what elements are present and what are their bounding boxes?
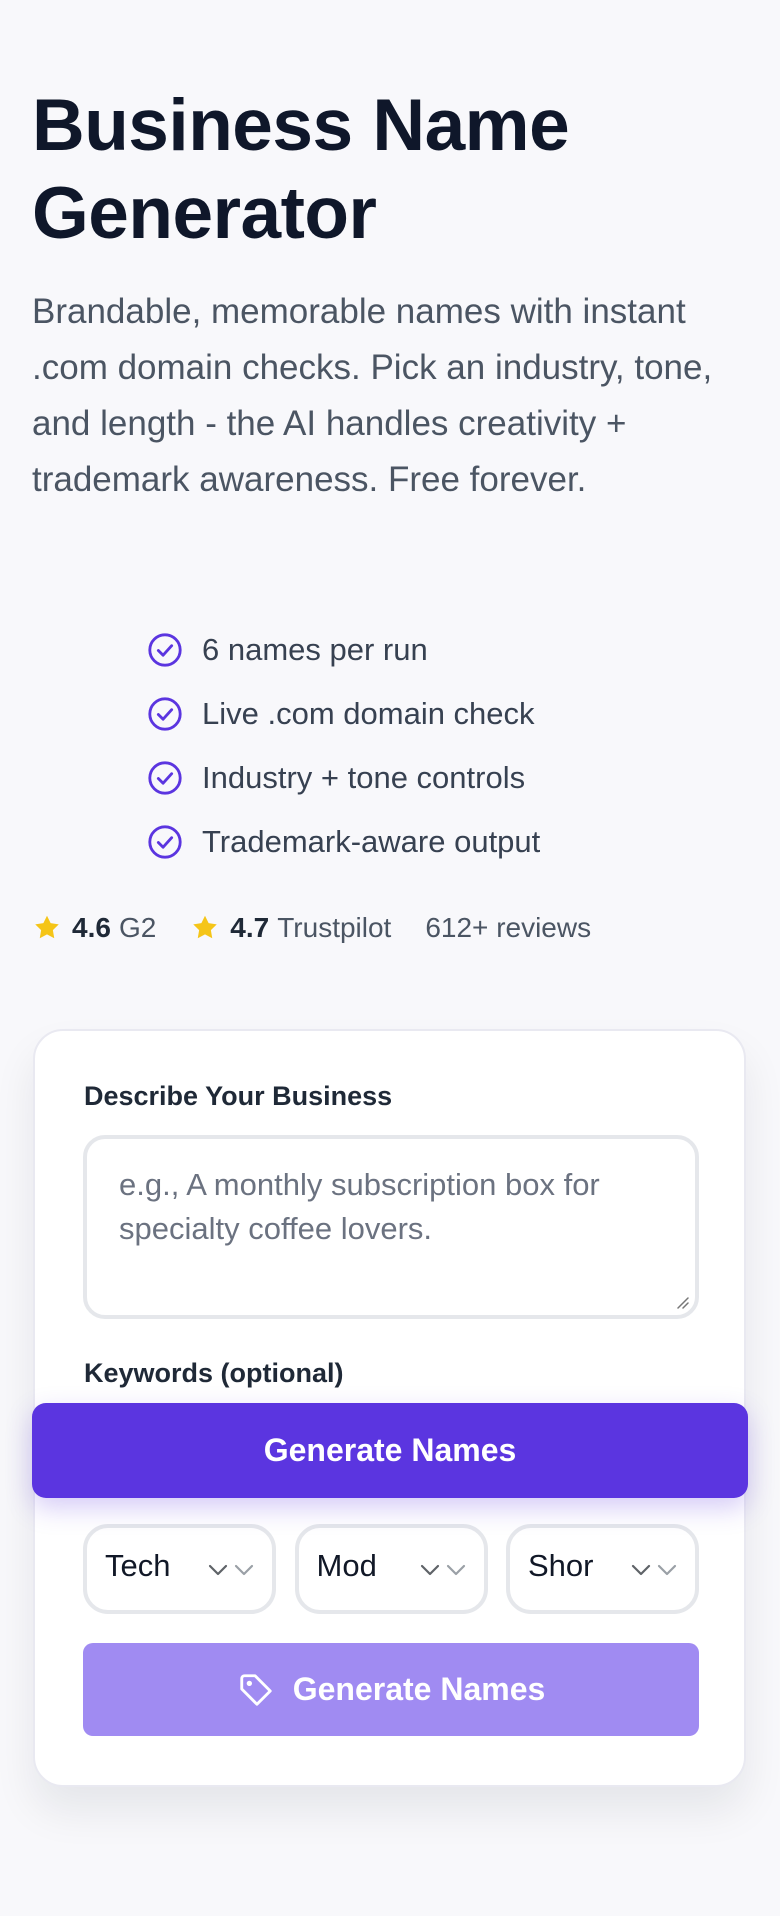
generate-names-label: Generate Names [292, 1671, 546, 1707]
tone-select-value: Mod [316, 1548, 377, 1583]
trustpilot-rating: 4.7 Trustpilot [190, 912, 391, 944]
feature-list: 6 names per run Live .com domain check I… [146, 618, 540, 874]
keywords-label: Keywords (optional) [84, 1358, 344, 1388]
business-name-generator-page: Business Name Generator Brandable, memor… [0, 0, 780, 1916]
star-icon [35, 915, 59, 939]
industry-select[interactable]: Tech [83, 1524, 276, 1614]
feature-label: 6 names per run [202, 632, 428, 667]
chevron-down-icon [631, 1564, 651, 1576]
tag-icon [240, 1673, 272, 1706]
hero-description: Brandable, memorable names with instant … [32, 292, 713, 499]
feature-label: Industry + tone controls [202, 760, 526, 795]
chevron-down-icon [208, 1564, 228, 1576]
check-circle-icon [148, 633, 182, 667]
sticky-generate-names-button[interactable]: Generate Names [32, 1403, 748, 1498]
trustpilot-score: 4.7 [230, 912, 270, 943]
generate-names-button[interactable]: Generate Names [83, 1643, 699, 1736]
hero-section: Business Name Generator Brandable, memor… [32, 82, 748, 508]
chevron-down-icon [446, 1564, 465, 1576]
industry-select-value: Tech [105, 1548, 171, 1583]
g2-label: G2 [118, 912, 157, 943]
g2-score: 4.6 [72, 912, 111, 943]
filter-select-row: Tech Mod Shor [83, 1524, 699, 1614]
feature-item: Industry + tone controls [146, 746, 540, 810]
business-description-input[interactable]: e.g., A monthly subscription box for spe… [83, 1135, 699, 1319]
review-count: 612+ reviews [425, 912, 592, 943]
feature-label: Live .com domain check [202, 696, 535, 731]
feature-item: Trademark-aware output [146, 810, 540, 874]
rating-summary: 4.6 G2 4.7 Trustpilot 612+ reviews [32, 905, 591, 951]
check-circle-icon [148, 761, 182, 795]
length-select-value: Shor [528, 1548, 594, 1583]
chevron-down-icon [657, 1564, 677, 1576]
star-icon [193, 915, 218, 939]
business-description-label: Describe Your Business [84, 1081, 393, 1111]
check-circle-icon [148, 825, 182, 859]
business-description-placeholder: e.g., A monthly subscription box for spe… [119, 1167, 600, 1246]
trustpilot-label: Trustpilot [277, 912, 392, 943]
feature-item: Live .com domain check [146, 682, 540, 746]
feature-label: Trademark-aware output [202, 824, 541, 859]
resize-handle-icon[interactable] [675, 1295, 689, 1309]
chevron-down-icon [234, 1564, 254, 1576]
page-title: Business Name Generator [32, 85, 570, 254]
check-circle-icon [148, 697, 182, 731]
g2-rating: 4.6 G2 [32, 912, 156, 944]
feature-item: 6 names per run [146, 618, 540, 682]
chevron-down-icon [420, 1564, 439, 1576]
tone-select[interactable]: Mod [294, 1524, 488, 1614]
length-select[interactable]: Shor [506, 1524, 699, 1614]
